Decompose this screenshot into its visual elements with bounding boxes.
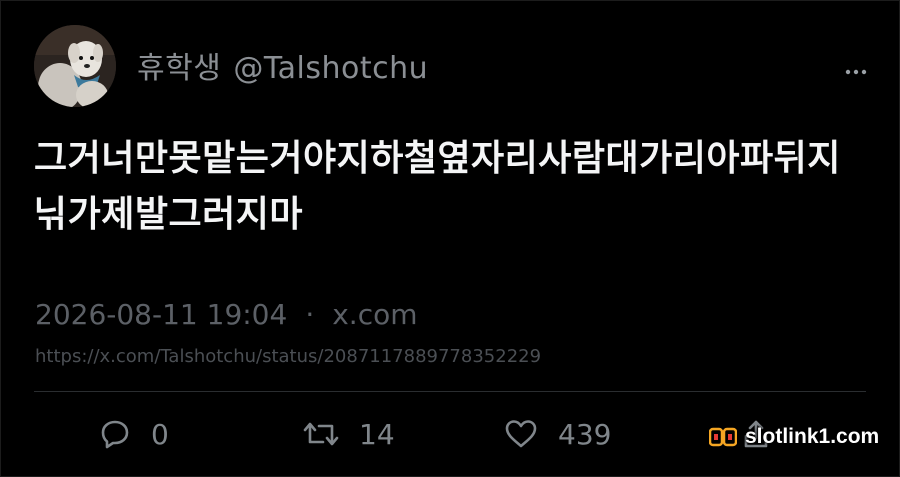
reply-button[interactable]: 0 (99, 411, 169, 457)
watermark-logo-icon (708, 427, 738, 447)
more-dots-icon (845, 69, 867, 75)
tweet-meta: 2026-08-11 19:04 · x.com (35, 296, 418, 334)
retweet-button[interactable]: 14 (303, 411, 395, 457)
like-button[interactable]: 439 (504, 411, 611, 457)
tweet-timestamp[interactable]: 2026-08-11 19:04 (35, 298, 287, 331)
display-name[interactable]: 휴학생 (137, 51, 221, 86)
tweet-author[interactable]: 휴학생 @Talshotchu (137, 49, 428, 89)
user-handle[interactable]: @Talshotchu (233, 51, 428, 86)
like-count: 439 (558, 417, 612, 451)
tweet-url[interactable]: https://x.com/Talshotchu/status/20871178… (35, 344, 541, 370)
retweet-count: 14 (359, 417, 395, 451)
tweet-text: 그거너만못맡는거야지하철옆자리사람대가리아파뒤지닊가제발그러지마 (34, 138, 841, 235)
tweet-card: 휴학생 @Talshotchu 그거너만못맡는거야지하철옆자리사람대가리아파뒤지닊… (0, 0, 900, 477)
reply-bubble-icon (101, 420, 129, 449)
more-options-button[interactable] (845, 63, 867, 75)
avatar-dog-image (34, 25, 116, 107)
meta-separator: · (305, 298, 315, 331)
divider (34, 391, 866, 392)
tweet-source: x.com (332, 298, 418, 331)
reply-count: 0 (151, 417, 169, 451)
watermark: slotlink1.com (708, 422, 880, 452)
heart-icon (505, 420, 537, 448)
watermark-text: slotlink1.com (745, 425, 880, 448)
retweet-icon (303, 422, 339, 446)
avatar[interactable] (34, 25, 116, 107)
